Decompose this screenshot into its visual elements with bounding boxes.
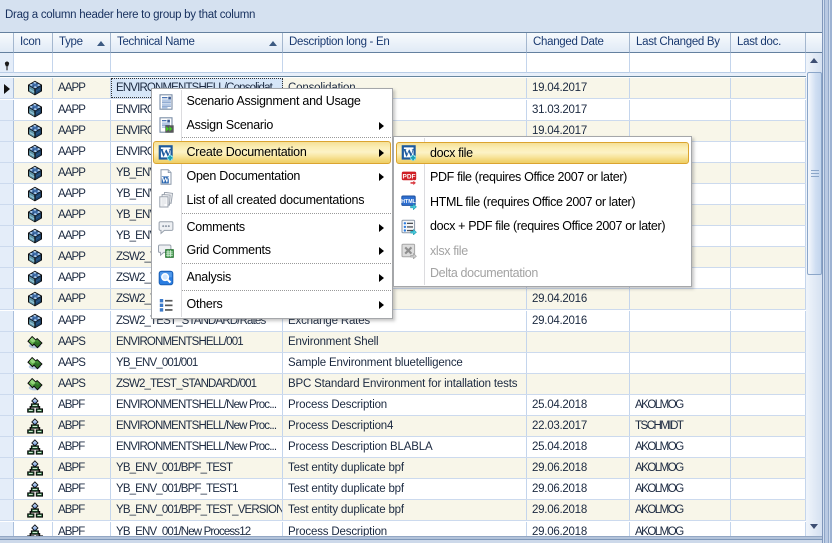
svg-text:W: W: [161, 175, 169, 184]
svg-text:PDF: PDF: [402, 173, 415, 180]
svg-text:HTML: HTML: [401, 199, 416, 205]
